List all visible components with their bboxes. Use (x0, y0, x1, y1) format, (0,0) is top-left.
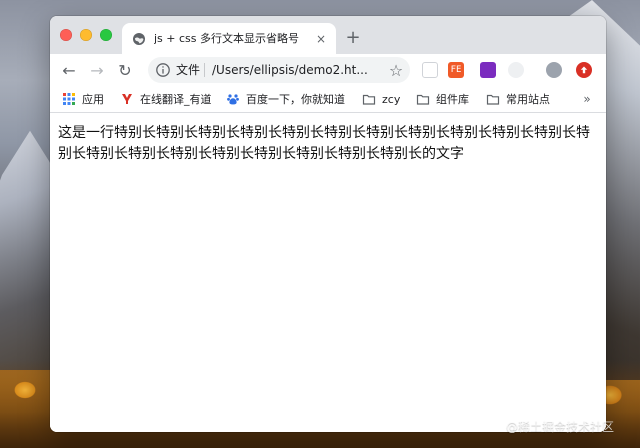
bookmark-common-sites[interactable]: 常用站点 (486, 90, 550, 108)
minimize-window-button[interactable] (80, 29, 92, 41)
tab-strip: js + css 多行文本显示省略号 × + (50, 16, 606, 54)
bookmark-label: 常用站点 (506, 93, 550, 106)
reload-button[interactable]: ↻ (114, 59, 136, 81)
address-bar[interactable]: 文件 /Users/ellipsis/demo2.ht... ☆ (148, 57, 410, 83)
back-arrow-icon: ← (62, 60, 76, 80)
baidu-paw-icon (226, 92, 240, 106)
bookmark-label: 组件库 (436, 93, 469, 106)
bookmark-youdao[interactable]: 在线翻译_有道 (120, 90, 212, 108)
window-controls (60, 29, 112, 41)
site-label: 文件 (176, 63, 201, 77)
bookmark-apps[interactable]: 应用 (62, 90, 104, 108)
browser-toolbar: ← → ↻ 文件 /Users/ellipsis/demo2.ht... ☆ F… (50, 54, 606, 86)
bookmark-baidu[interactable]: 百度一下，你就知道 (226, 90, 345, 108)
purple-extension-icon[interactable] (480, 62, 496, 78)
zoom-window-button[interactable] (100, 29, 112, 41)
new-tab-button[interactable]: + (342, 27, 364, 49)
omnibox-divider (204, 63, 205, 77)
back-button[interactable]: ← (58, 59, 80, 81)
bookmark-zcy[interactable]: zcy (362, 90, 400, 108)
active-tab[interactable]: js + css 多行文本显示省略号 × (122, 23, 336, 54)
info-icon[interactable] (155, 62, 171, 78)
fe-extension-icon[interactable]: FE (448, 62, 464, 78)
bookmark-label: 在线翻译_有道 (140, 93, 212, 106)
fe-extension-label: FE (450, 65, 462, 75)
close-tab-icon[interactable]: × (312, 30, 330, 48)
folder-icon (362, 92, 376, 106)
folder-icon (416, 92, 430, 106)
folder-icon (486, 92, 500, 106)
long-text-paragraph: 这是一行特别长特别长特别长特别长特别长特别长特别长特别长特别长特别长特别长特别长… (58, 125, 590, 162)
apps-grid-icon (62, 92, 76, 106)
blank-extension-icon[interactable] (422, 62, 438, 78)
bookmark-components[interactable]: 组件库 (416, 90, 469, 108)
browser-window: js + css 多行文本显示省略号 × + ← → ↻ 文件 /Users/e… (50, 16, 606, 432)
forward-button[interactable]: → (86, 59, 108, 81)
bookmarks-bar: 应用 在线翻译_有道 百度一下，你就知道 zcy 组件库 常用站点 » (50, 86, 606, 113)
tab-title: js + css 多行文本显示省略号 (154, 32, 300, 45)
update-icon[interactable] (576, 62, 592, 78)
bookmark-label: zcy (382, 92, 401, 106)
bookmark-star-icon[interactable]: ☆ (386, 60, 406, 80)
more-bookmarks-icon[interactable]: » (578, 90, 596, 108)
bookmark-label: 百度一下，你就知道 (246, 93, 345, 106)
page-content: 这是一行特别长特别长特别长特别长特别长特别长特别长特别长特别长特别长特别长特别长… (50, 113, 606, 432)
forward-arrow-icon: → (90, 60, 104, 80)
watermark-text: @稀土掘金技术社区 (506, 420, 615, 434)
close-window-button[interactable] (60, 29, 72, 41)
profile-avatar[interactable] (546, 62, 562, 78)
reload-icon: ↻ (118, 60, 132, 80)
light-extension-icon[interactable] (508, 62, 524, 78)
youdao-icon (120, 92, 134, 106)
bookmark-label: 应用 (82, 93, 104, 106)
url-text[interactable]: /Users/ellipsis/demo2.ht... (212, 62, 382, 78)
globe-icon (132, 31, 146, 45)
